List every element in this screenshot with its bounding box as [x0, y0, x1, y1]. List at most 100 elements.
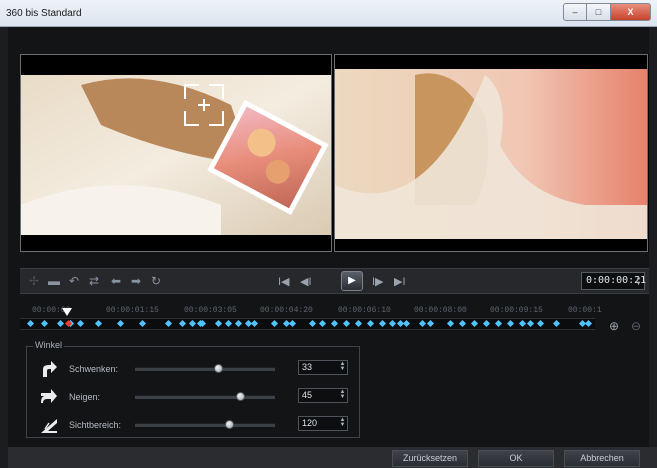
timeline-ruler: 00:00:00 00:00:01:15 00:00:03:05 00:00:0… — [20, 306, 602, 318]
keyframe-marker[interactable] — [40, 319, 49, 328]
keyframe-marker[interactable] — [342, 319, 351, 328]
keyframe-track[interactable] — [20, 318, 595, 330]
keyframe-marker[interactable] — [418, 319, 427, 328]
keyframe-marker[interactable] — [402, 319, 411, 328]
reverse-keyframes-icon[interactable]: ↶ — [66, 273, 82, 289]
tilt-slider[interactable] — [135, 392, 275, 401]
keyframe-marker[interactable] — [214, 319, 223, 328]
result-preview — [334, 54, 648, 252]
tick-label: 00:00:03:05 — [184, 306, 237, 315]
tick-label: 00:00:04:20 — [260, 306, 313, 315]
keyframe-marker[interactable] — [446, 319, 455, 328]
keyframe-marker[interactable] — [506, 319, 515, 328]
title-bar: 360 bis Standard – □ X — [0, 0, 657, 27]
window-title: 360 bis Standard — [6, 8, 82, 19]
fov-slider-thumb[interactable] — [224, 420, 234, 429]
pan-slider-thumb[interactable] — [213, 364, 223, 373]
original-preview[interactable] — [20, 54, 332, 252]
next-frame-button[interactable]: I▶ — [372, 275, 384, 288]
keyframe-marker[interactable] — [234, 319, 243, 328]
playhead-marker[interactable] — [62, 308, 72, 317]
move-right-icon[interactable]: ➡ — [128, 273, 144, 289]
preview-area — [20, 54, 649, 252]
zoom-in-icon[interactable]: ⊕ — [609, 319, 619, 333]
fov-value: 120 — [302, 418, 318, 428]
tilt-row: Neigen: 45 ▲ ▼ — [27, 383, 361, 411]
group-legend: Winkel — [33, 340, 65, 350]
keyframe-marker[interactable] — [188, 319, 197, 328]
minimize-button[interactable]: – — [563, 3, 587, 21]
winkel-group: Winkel Schwenken: 33 ▲▼ Neigen: 45 ▲▼ — [26, 340, 361, 439]
maximize-button[interactable]: □ — [587, 3, 611, 21]
keyframe-marker[interactable] — [56, 319, 65, 328]
keyframe-marker[interactable] — [270, 319, 279, 328]
cancel-button[interactable]: Abbrechen — [564, 450, 640, 467]
move-left-icon[interactable]: ⬅ — [108, 273, 124, 289]
pan-slider[interactable] — [135, 364, 275, 373]
keyframe-marker[interactable] — [470, 319, 479, 328]
go-to-keyframe-icon[interactable]: ↻ — [148, 273, 164, 289]
previous-frame-button[interactable]: ◀I — [300, 275, 312, 288]
tilt-arrow-icon — [41, 389, 57, 403]
fov-slider[interactable] — [135, 420, 275, 429]
go-to-start-button[interactable]: I◀ — [278, 275, 290, 288]
keyframe-marker[interactable] — [178, 319, 187, 328]
tilt-value-field[interactable]: 45 ▲ ▼ — [298, 388, 348, 403]
keyframe-marker[interactable] — [138, 319, 147, 328]
keyframe-marker[interactable] — [94, 319, 103, 328]
pan-row: Schwenken: 33 ▲ ▼ — [27, 355, 361, 383]
pan-label: Schwenken: — [69, 364, 119, 374]
pan-spinner[interactable]: ▲ ▼ — [339, 361, 346, 373]
keyframe-marker[interactable] — [164, 319, 173, 328]
close-button[interactable]: X — [611, 3, 651, 21]
tick-label: 00:00:09:15 — [490, 306, 543, 315]
go-to-end-button[interactable]: ▶I — [394, 275, 406, 288]
ok-button[interactable]: OK — [478, 450, 554, 467]
keyframe-marker[interactable] — [494, 319, 503, 328]
tick-label: 00:00:06:10 — [338, 306, 391, 315]
zoom-out-icon[interactable]: ⊖ — [631, 319, 641, 333]
fov-value-field[interactable]: 120 ▲ ▼ — [298, 416, 348, 431]
keyframe-marker[interactable] — [308, 319, 317, 328]
keyframe-marker[interactable] — [518, 319, 527, 328]
footer-bar — [8, 447, 657, 468]
fov-spinner[interactable]: ▲ ▼ — [339, 417, 346, 429]
add-keyframe-icon[interactable]: ✢ — [26, 273, 42, 289]
keyframe-marker[interactable] — [426, 319, 435, 328]
swap-icon[interactable]: ⇄ — [86, 273, 102, 289]
keyframe-marker[interactable] — [388, 319, 397, 328]
keyframe-marker[interactable] — [366, 319, 375, 328]
timecode-spinner[interactable]: ▲ ▼ — [635, 275, 642, 287]
tilt-label: Neigen: — [69, 392, 101, 402]
keyframe-marker[interactable] — [378, 319, 387, 328]
keyframe-marker[interactable] — [536, 319, 545, 328]
keyframe-marker[interactable] — [288, 319, 297, 328]
reset-button[interactable]: Zurücksetzen — [392, 450, 468, 467]
tick-label: 00:00:08:00 — [414, 306, 467, 315]
tilt-value: 45 — [302, 390, 313, 400]
toolbar: ✢ ▬ ↶ ⇄ ⬅ ➡ ↻ I◀ ◀I ▶ I▶ ▶I 0:00:00:21 ▲… — [20, 268, 649, 294]
pan-arrow-icon — [43, 361, 57, 377]
keyframe-marker[interactable] — [330, 319, 339, 328]
keyframe-marker[interactable] — [318, 319, 327, 328]
keyframe-marker[interactable] — [76, 319, 85, 328]
timecode-field[interactable]: 0:00:00:21 ▲ ▼ — [581, 272, 646, 290]
keyframe-marker[interactable] — [250, 319, 259, 328]
keyframe-marker[interactable] — [526, 319, 535, 328]
keyframe-marker[interactable] — [584, 319, 593, 328]
tilt-slider-thumb[interactable] — [236, 392, 245, 401]
fov-label: Sichtbereich: — [69, 420, 122, 430]
play-button[interactable]: ▶ — [341, 271, 363, 291]
remove-keyframe-icon[interactable]: ▬ — [46, 273, 62, 289]
keyframe-marker[interactable] — [552, 319, 561, 328]
tick-label: 00:00:01:15 — [106, 306, 159, 315]
keyframe-marker[interactable] — [116, 319, 125, 328]
keyframe-marker[interactable] — [354, 319, 363, 328]
fov-row: Sichtbereich: 120 ▲ ▼ — [27, 411, 361, 439]
pan-value-field[interactable]: 33 ▲ ▼ — [298, 360, 348, 375]
keyframe-marker[interactable] — [224, 319, 233, 328]
tilt-spinner[interactable]: ▲ ▼ — [339, 389, 346, 401]
keyframe-marker[interactable] — [26, 319, 35, 328]
keyframe-marker[interactable] — [458, 319, 467, 328]
keyframe-marker[interactable] — [482, 319, 491, 328]
